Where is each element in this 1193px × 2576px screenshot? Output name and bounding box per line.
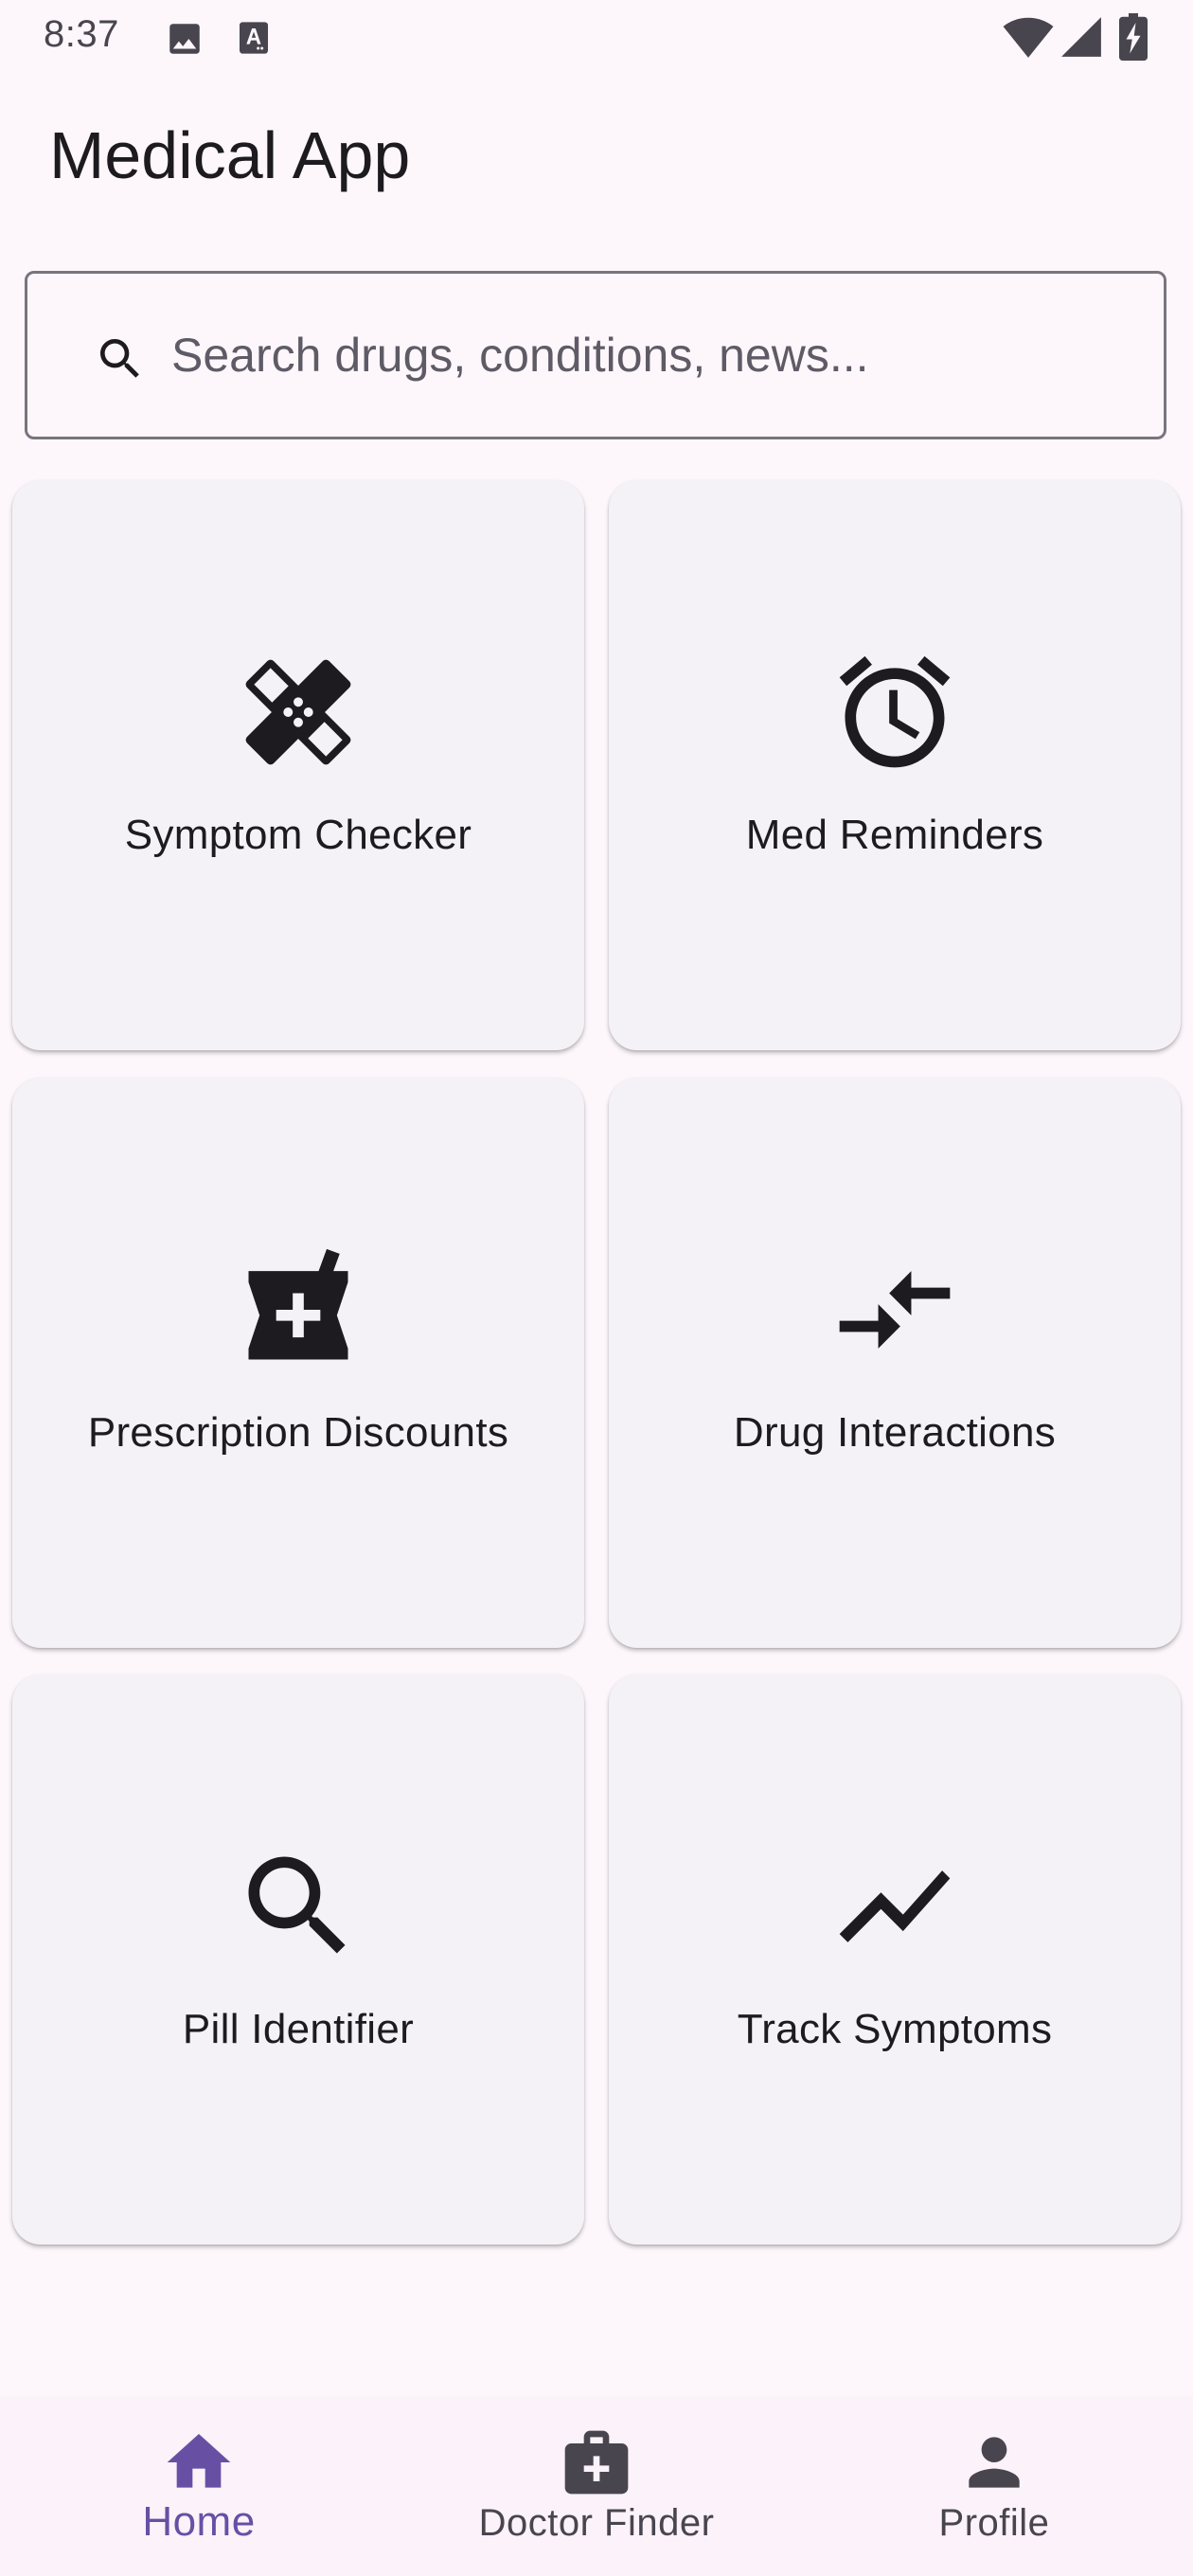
card-prescription-discounts[interactable]: Prescription Discounts [12,1078,584,1648]
image-icon [169,24,200,54]
bandage-icon [245,659,351,765]
nav-label: Doctor Finder [478,2502,715,2544]
card-label: Prescription Discounts [87,1409,509,1456]
search-icon [100,339,139,378]
nav-label: Profile [938,2502,1050,2544]
card-pill-identifier[interactable]: Pill Identifier [12,1674,584,2245]
home-icon [167,2434,231,2488]
card-label: Pill Identifier [182,2006,415,2052]
card-label: Symptom Checker [124,812,472,858]
signal-icon [1061,17,1101,57]
card-label: Track Symptoms [737,2006,1053,2052]
nav-item-home[interactable]: Home [0,2396,398,2576]
wifi-icon [1003,17,1054,58]
card-track-symptoms[interactable]: Track Symptoms [609,1674,1181,2245]
search-icon [248,1856,346,1954]
bottom-navigation: Home Doctor Finder Profile [0,2396,1193,2576]
trending-line-icon [839,1870,951,1942]
card-label: Med Reminders [745,812,1044,858]
font-icon [240,22,268,54]
search-bar[interactable] [25,271,1166,439]
nav-item-profile[interactable]: Profile [795,2396,1193,2576]
card-symptom-checker[interactable]: Symptom Checker [12,480,584,1050]
card-label: Drug Interactions [733,1409,1057,1456]
pharmacy-icon [248,1248,348,1360]
nav-item-doctor-finder[interactable]: Doctor Finder [398,2396,795,2576]
alarm-clock-icon [839,655,951,768]
search-input[interactable] [169,312,1120,399]
nav-label: Home [142,2498,256,2545]
card-med-reminders[interactable]: Med Reminders [609,480,1181,1050]
medical-bag-icon [564,2430,629,2495]
status-bar: 8:37 [0,0,1193,80]
status-time: 8:37 [44,13,119,55]
card-drug-interactions[interactable]: Drug Interactions [609,1078,1181,1648]
person-icon [969,2437,1020,2488]
compare-arrows-icon [839,1271,951,1349]
battery-charging-icon [1119,13,1148,61]
page-title: Medical App [49,118,411,192]
